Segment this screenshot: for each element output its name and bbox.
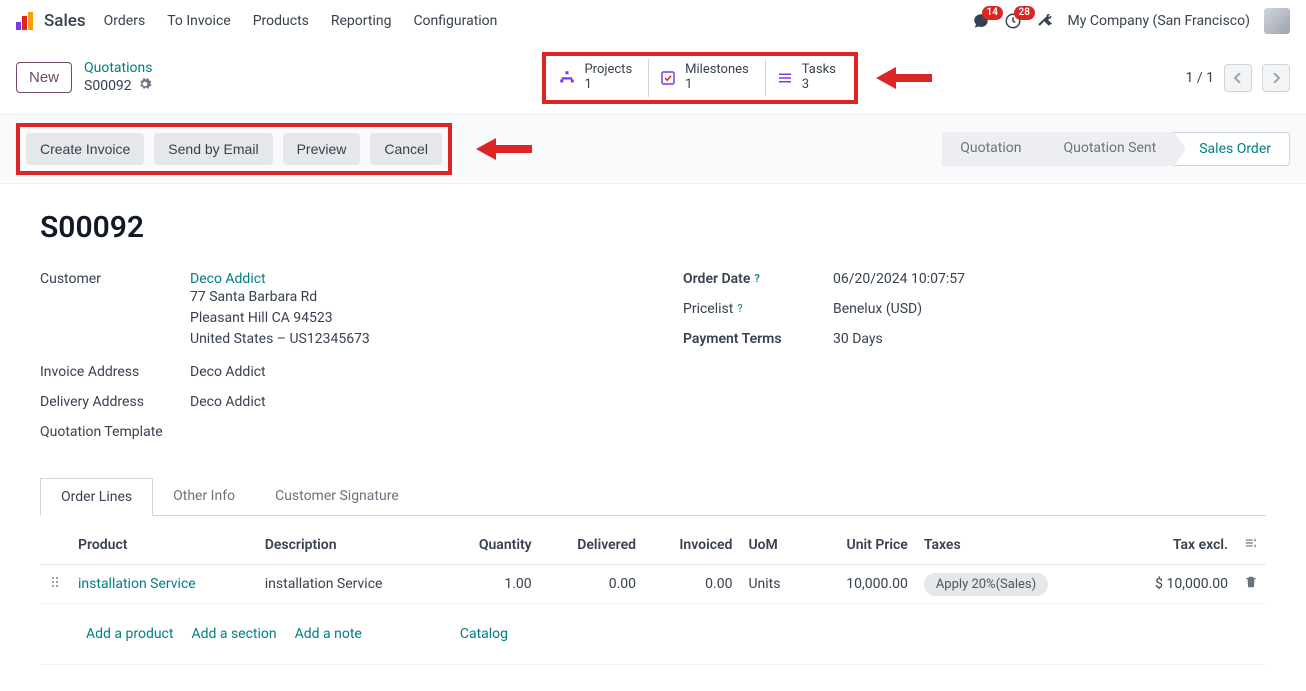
action-buttons-highlight: Create Invoice Send by Email Preview Can… xyxy=(16,123,452,175)
customer-link[interactable]: Deco Addict xyxy=(190,271,623,287)
stat-projects-label: Projects xyxy=(584,63,632,78)
line-description[interactable]: installation Service xyxy=(257,564,444,603)
payment-terms-value[interactable]: 30 Days xyxy=(833,331,1266,347)
order-lines-table: Product Description Quantity Delivered I… xyxy=(40,526,1266,665)
delivery-address-label: Delivery Address xyxy=(40,394,190,410)
customer-label: Customer xyxy=(40,271,190,287)
send-by-email-button[interactable]: Send by Email xyxy=(154,133,272,165)
app-logo-icon xyxy=(16,12,34,30)
line-tax-pill[interactable]: Apply 20%(Sales) xyxy=(924,573,1048,596)
create-invoice-button[interactable]: Create Invoice xyxy=(26,133,144,165)
help-icon[interactable]: ? xyxy=(754,272,759,285)
catalog-link[interactable]: Catalog xyxy=(460,626,508,642)
annotation-arrow-icon xyxy=(476,138,532,160)
table-row[interactable]: ⠿ installation Service installation Serv… xyxy=(40,564,1266,603)
gear-icon[interactable] xyxy=(138,77,152,96)
col-quantity[interactable]: Quantity xyxy=(444,526,540,565)
action-bar: Create Invoice Send by Email Preview Can… xyxy=(0,114,1306,184)
order-date-label: Order Date? xyxy=(683,271,833,287)
stat-milestones[interactable]: Milestones1 xyxy=(649,59,766,97)
line-tax-excl: $ 10,000.00 xyxy=(1112,564,1236,603)
pricelist-value[interactable]: Benelux (USD) xyxy=(833,301,1266,317)
column-settings-icon[interactable] xyxy=(1244,538,1258,554)
col-delivered[interactable]: Delivered xyxy=(540,526,644,565)
breadcrumb-parent[interactable]: Quotations xyxy=(84,60,152,77)
col-taxes[interactable]: Taxes xyxy=(916,526,1112,565)
menu-reporting[interactable]: Reporting xyxy=(331,13,392,29)
cancel-button[interactable]: Cancel xyxy=(370,133,442,165)
col-description[interactable]: Description xyxy=(257,526,444,565)
col-tax-excl[interactable]: Tax excl. xyxy=(1112,526,1236,565)
col-invoiced[interactable]: Invoiced xyxy=(644,526,740,565)
line-invoiced[interactable]: 0.00 xyxy=(644,564,740,603)
col-uom[interactable]: UoM xyxy=(740,526,807,565)
col-product[interactable]: Product xyxy=(70,526,257,565)
tab-customer-signature[interactable]: Customer Signature xyxy=(255,478,419,515)
activities-icon[interactable]: 28 xyxy=(1004,12,1022,30)
stat-buttons-highlight: Projects1 Milestones1 Tasks3 xyxy=(542,52,857,104)
status-quotation-sent[interactable]: Quotation Sent xyxy=(1039,132,1174,166)
activities-badge: 28 xyxy=(1014,6,1035,20)
line-uom[interactable]: Units xyxy=(740,564,807,603)
menu-orders[interactable]: Orders xyxy=(104,13,146,29)
control-panel: New Quotations S00092 Projects1 Mileston… xyxy=(0,42,1306,114)
breadcrumb: Quotations S00092 xyxy=(84,60,152,96)
add-note-link[interactable]: Add a note xyxy=(295,626,362,642)
line-unit-price[interactable]: 10,000.00 xyxy=(808,564,916,603)
invoice-address-value[interactable]: Deco Addict xyxy=(190,364,623,380)
invoice-address-label: Invoice Address xyxy=(40,364,190,380)
messages-icon[interactable]: 14 xyxy=(972,12,990,30)
add-section-link[interactable]: Add a section xyxy=(191,626,276,642)
pricelist-label: Pricelist? xyxy=(683,301,833,317)
menu-to-invoice[interactable]: To Invoice xyxy=(167,13,231,29)
top-navbar: Sales Orders To Invoice Products Reporti… xyxy=(0,0,1306,42)
stat-tasks[interactable]: Tasks3 xyxy=(766,59,852,97)
payment-terms-label: Payment Terms xyxy=(683,331,833,347)
user-avatar[interactable] xyxy=(1264,8,1290,34)
status-quotation[interactable]: Quotation xyxy=(942,132,1039,166)
status-sales-order[interactable]: Sales Order xyxy=(1174,132,1290,166)
tab-order-lines[interactable]: Order Lines xyxy=(40,478,153,516)
stat-tasks-label: Tasks xyxy=(802,63,836,78)
app-name[interactable]: Sales xyxy=(44,11,86,31)
quotation-template-label: Quotation Template xyxy=(40,424,190,440)
delivery-address-value[interactable]: Deco Addict xyxy=(190,394,623,410)
messages-badge: 14 xyxy=(982,6,1003,20)
menu-products[interactable]: Products xyxy=(253,13,309,29)
line-quantity[interactable]: 1.00 xyxy=(444,564,540,603)
col-unit-price[interactable]: Unit Price xyxy=(808,526,916,565)
company-switcher[interactable]: My Company (San Francisco) xyxy=(1068,13,1250,29)
breadcrumb-current: S00092 xyxy=(84,78,132,95)
stat-projects[interactable]: Projects1 xyxy=(548,59,649,97)
form-view: S00092 Customer Deco Addict 77 Santa Bar… xyxy=(0,184,1306,691)
notebook-tabs: Order Lines Other Info Customer Signatur… xyxy=(40,478,1266,516)
add-product-link[interactable]: Add a product xyxy=(86,626,173,642)
stat-milestones-label: Milestones xyxy=(685,63,749,78)
order-date-value[interactable]: 06/20/2024 10:07:57 xyxy=(833,271,1266,287)
status-bar: Quotation Quotation Sent Sales Order xyxy=(942,132,1290,166)
annotation-arrow-icon xyxy=(876,67,932,89)
pager-text[interactable]: 1 / 1 xyxy=(1186,70,1214,86)
pager-prev[interactable] xyxy=(1224,64,1252,92)
line-product[interactable]: installation Service xyxy=(78,576,196,592)
stat-tasks-value: 3 xyxy=(802,78,836,93)
help-icon[interactable]: ? xyxy=(737,302,742,315)
tab-other-info[interactable]: Other Info xyxy=(153,478,255,515)
customer-address: 77 Santa Barbara Rd Pleasant Hill CA 945… xyxy=(190,287,623,350)
drag-handle-icon[interactable]: ⠿ xyxy=(40,564,70,603)
line-delivered[interactable]: 0.00 xyxy=(540,564,644,603)
stat-projects-value: 1 xyxy=(584,78,632,93)
tools-icon[interactable] xyxy=(1036,10,1054,32)
trash-icon[interactable] xyxy=(1244,577,1258,593)
menu-configuration[interactable]: Configuration xyxy=(413,13,497,29)
pager-next[interactable] xyxy=(1262,64,1290,92)
stat-milestones-value: 1 xyxy=(685,78,749,93)
preview-button[interactable]: Preview xyxy=(283,133,361,165)
new-button[interactable]: New xyxy=(16,62,72,93)
record-title: S00092 xyxy=(40,210,1266,245)
